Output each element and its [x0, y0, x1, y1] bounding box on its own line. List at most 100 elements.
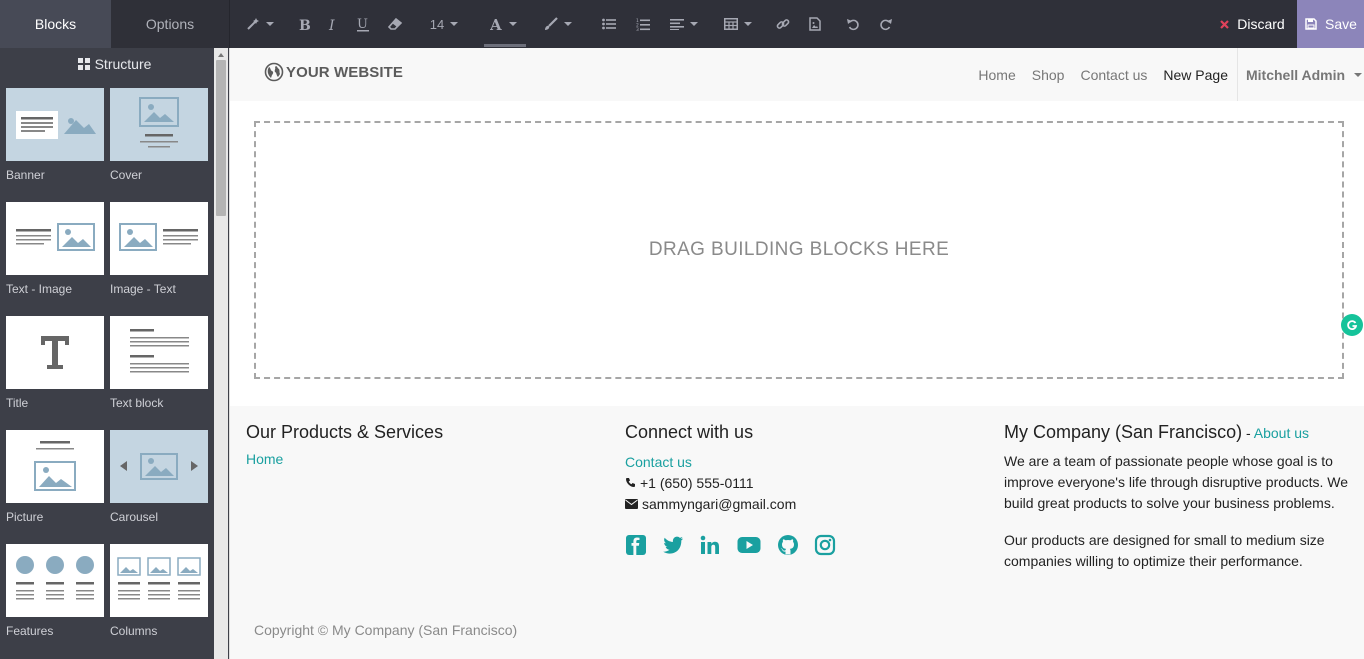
style-dropdown[interactable]: [244, 0, 276, 48]
close-icon: [1220, 19, 1230, 29]
text-image-thumbnail: [6, 202, 104, 275]
email-address: sammyngari@gmail.com: [642, 495, 797, 512]
snippet-label: Text block: [110, 396, 164, 410]
align-dropdown[interactable]: [668, 0, 700, 48]
list-ul-icon: [602, 18, 616, 30]
phone-icon: [626, 478, 635, 487]
snippet-columns[interactable]: Columns: [110, 544, 208, 648]
snippet-features[interactable]: Features: [6, 544, 104, 648]
user-name: Mitchell Admin: [1246, 66, 1346, 83]
logo-text: YOUR WEBSITE: [286, 63, 404, 81]
svg-text:I: I: [328, 18, 335, 31]
footer-contact-link[interactable]: Contact us: [625, 454, 692, 470]
italic-button[interactable]: I: [326, 0, 340, 48]
nav-link-contact[interactable]: Contact us: [1080, 67, 1147, 83]
snippet-text-image[interactable]: Text - Image: [6, 202, 104, 306]
numbered-list-button[interactable]: 123: [634, 0, 652, 48]
site-navbar: YOUR WEBSITE Home Shop Contact us New Pa…: [230, 48, 1364, 101]
tab-blocks[interactable]: Blocks: [0, 0, 111, 48]
svg-text:3: 3: [636, 27, 639, 31]
snippet-text-block[interactable]: Text block: [110, 316, 208, 420]
footer-phone: +1 (650) 555-0111: [625, 472, 985, 493]
background-color-dropdown[interactable]: [542, 0, 574, 48]
columns-thumbnail: [110, 544, 208, 617]
snippet-cover[interactable]: Cover: [110, 88, 208, 192]
redo-icon: [879, 18, 892, 30]
link-icon: [776, 19, 790, 29]
snippet-picture[interactable]: Picture: [6, 430, 104, 534]
text-color-dropdown[interactable]: A: [487, 0, 519, 48]
structure-header: Structure: [0, 48, 229, 80]
snippet-label: Text - Image: [6, 282, 73, 296]
footer-email: sammyngari@gmail.com: [625, 493, 985, 514]
table-dropdown[interactable]: [722, 0, 754, 48]
underline-button[interactable]: U: [354, 0, 372, 48]
about-us-link[interactable]: About us: [1254, 425, 1309, 441]
footer-products-title: Our Products & Services: [246, 422, 444, 442]
link-button[interactable]: [774, 0, 792, 48]
copyright-text: Copyright © My Company (San Francisco): [254, 622, 518, 638]
company-name: My Company (San Francisco): [1004, 422, 1243, 442]
clear-format-button[interactable]: [386, 0, 404, 48]
site-menu: Home Shop Contact us New Page Mitchell A…: [962, 48, 1364, 101]
media-button[interactable]: [806, 0, 824, 48]
nav-link-shop[interactable]: Shop: [1032, 67, 1065, 83]
nav-link-home[interactable]: Home: [978, 67, 1015, 83]
file-image-icon: [809, 17, 821, 31]
features-thumbnail: [6, 544, 104, 617]
list-ol-icon: 123: [636, 18, 650, 31]
save-button[interactable]: Save: [1297, 0, 1364, 48]
envelope-icon: [625, 498, 638, 509]
font-size-dropdown[interactable]: 14: [428, 0, 460, 48]
snippet-label: Picture: [6, 510, 44, 524]
grammarly-icon[interactable]: [1341, 314, 1363, 336]
site-footer: Our Products & Services Home Connect wit…: [230, 406, 1364, 659]
company-products-text: Our products are designed for small to m…: [1004, 532, 1325, 569]
user-menu[interactable]: Mitchell Admin: [1237, 48, 1364, 101]
cover-thumbnail: [110, 88, 208, 161]
undo-button[interactable]: [844, 0, 862, 48]
underline-icon: U: [357, 17, 369, 32]
snippet-image-text[interactable]: Image - Text: [110, 202, 208, 306]
youtube-icon[interactable]: [736, 534, 762, 556]
bullet-list-button[interactable]: [600, 0, 618, 48]
footer-home-link[interactable]: Home: [246, 451, 606, 467]
drop-zone[interactable]: DRAG BUILDING BLOCKS HERE: [254, 121, 1363, 379]
align-left-icon: [670, 19, 684, 30]
banner-thumbnail: [6, 88, 104, 161]
scrollbar-thumb[interactable]: [216, 60, 226, 216]
snippet-title[interactable]: Title: [6, 316, 104, 420]
snippet-label: Columns: [110, 624, 158, 638]
title-separator: -: [1242, 425, 1254, 441]
image-text-thumbnail: [110, 202, 208, 275]
instagram-icon[interactable]: [814, 534, 836, 556]
tab-options[interactable]: Options: [111, 0, 229, 48]
redo-button[interactable]: [876, 0, 894, 48]
linkedin-icon[interactable]: [699, 534, 721, 556]
facebook-icon[interactable]: [625, 534, 647, 556]
discard-label: Discard: [1237, 16, 1285, 32]
snippet-carousel[interactable]: Carousel: [110, 430, 208, 534]
svg-text:B: B: [299, 18, 311, 31]
scroll-up-arrow[interactable]: [214, 48, 228, 60]
twitter-icon[interactable]: [662, 534, 684, 556]
table-icon: [724, 18, 738, 30]
site-logo[interactable]: YOUR WEBSITE: [264, 62, 403, 82]
sidebar-tabs: Blocks Options: [0, 0, 229, 48]
magic-wand-icon: [247, 18, 259, 30]
discard-button[interactable]: Discard: [1208, 0, 1297, 48]
snippet-banner[interactable]: Banner: [6, 88, 104, 192]
company-description: We are a team of passionate people whose…: [1004, 453, 1349, 511]
footer-connect-title: Connect with us: [625, 422, 754, 442]
bold-button[interactable]: B: [296, 0, 314, 48]
svg-text:A: A: [490, 17, 502, 31]
title-t-icon: [41, 336, 69, 369]
grid-icon: [77, 58, 90, 70]
floppy-disk-icon: [1305, 18, 1317, 30]
text-color-indicator: [484, 44, 526, 47]
eraser-icon: [388, 18, 402, 30]
nav-link-new-page[interactable]: New Page: [1163, 67, 1228, 83]
github-icon[interactable]: [777, 534, 799, 556]
sidebar-scrollbar[interactable]: [214, 48, 228, 659]
font-color-icon: A: [490, 17, 502, 31]
